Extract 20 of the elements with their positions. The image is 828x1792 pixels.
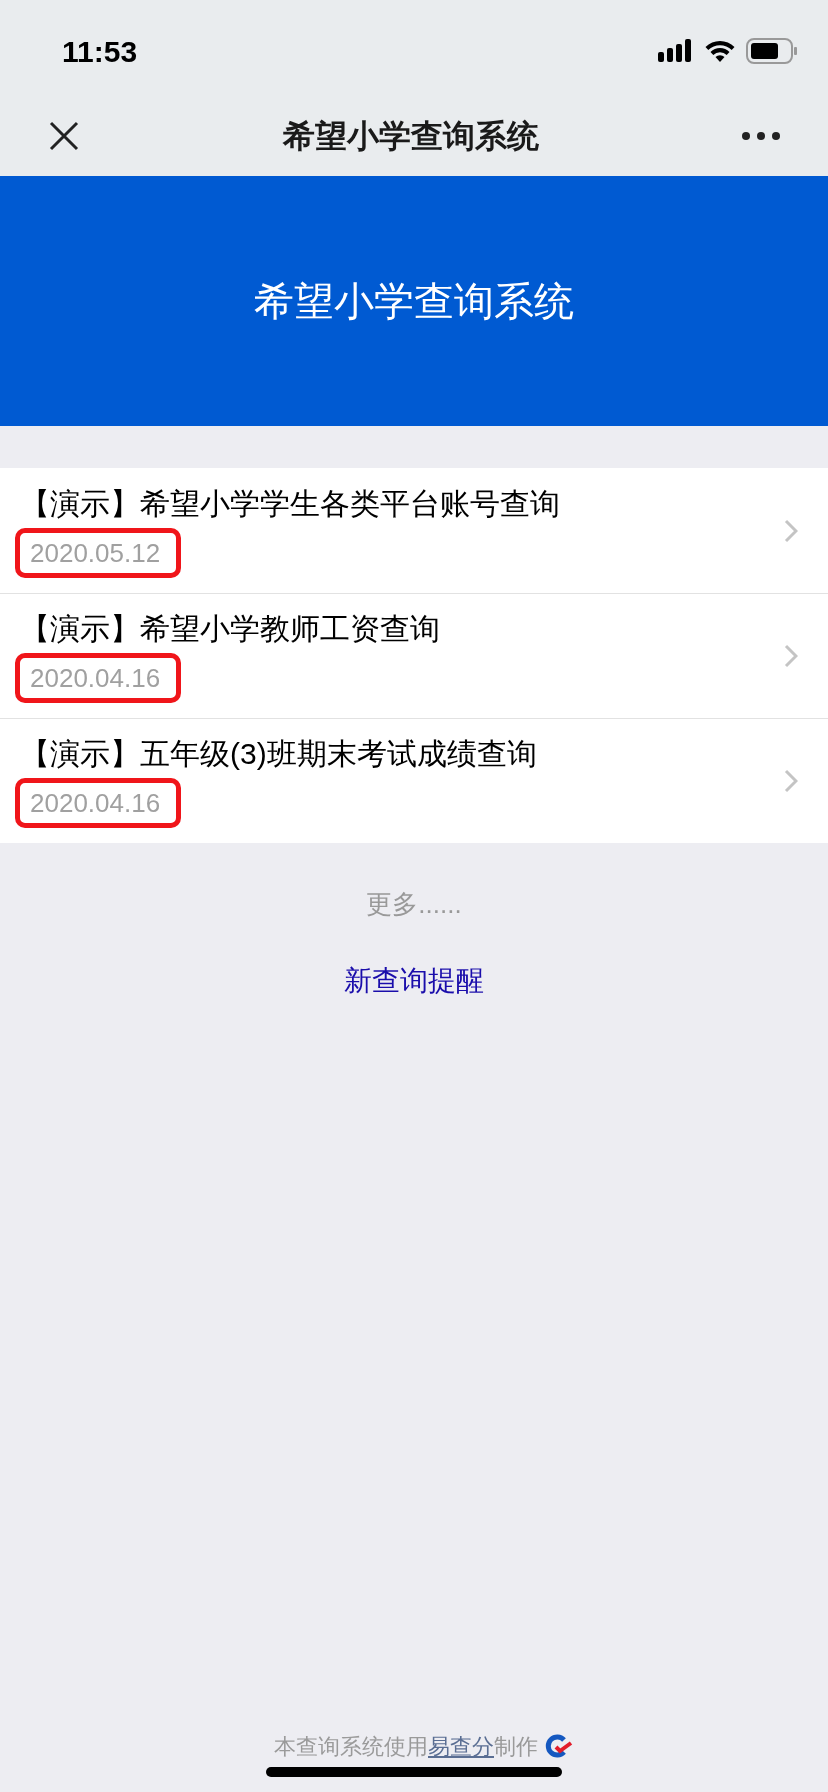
wifi-icon (704, 39, 736, 63)
signal-icon (658, 38, 694, 64)
battery-icon (746, 38, 798, 64)
status-time: 11:53 (61, 33, 138, 70)
query-title: 【演示】希望小学学生各类平台账号查询 (20, 485, 560, 522)
chevron-icon (784, 769, 798, 793)
new-query-reminder-link[interactable]: 新查询提醒 (344, 960, 484, 1002)
chevron-icon (784, 644, 798, 668)
more-icon[interactable] (742, 132, 780, 140)
yichafen-link[interactable]: 易查分 (428, 1734, 494, 1759)
query-date: 2020.05.12 (15, 527, 182, 578)
page-title: 希望小学查询系统 (283, 117, 539, 156)
chevron-icon (784, 518, 798, 543)
close-icon[interactable] (48, 120, 80, 152)
query-title: 【演示】五年级(3)班期末考试成绩查询 (20, 736, 537, 772)
banner-title: 希望小学查询系统 (254, 278, 574, 325)
query-title: 【演示】希望小学教师工资查询 (20, 611, 440, 647)
query-date: 2020.04.16 (15, 653, 182, 703)
query-date: 2020.04.16 (15, 778, 182, 828)
footer-text: 本查询系统使用易查分制作 (274, 1733, 538, 1761)
